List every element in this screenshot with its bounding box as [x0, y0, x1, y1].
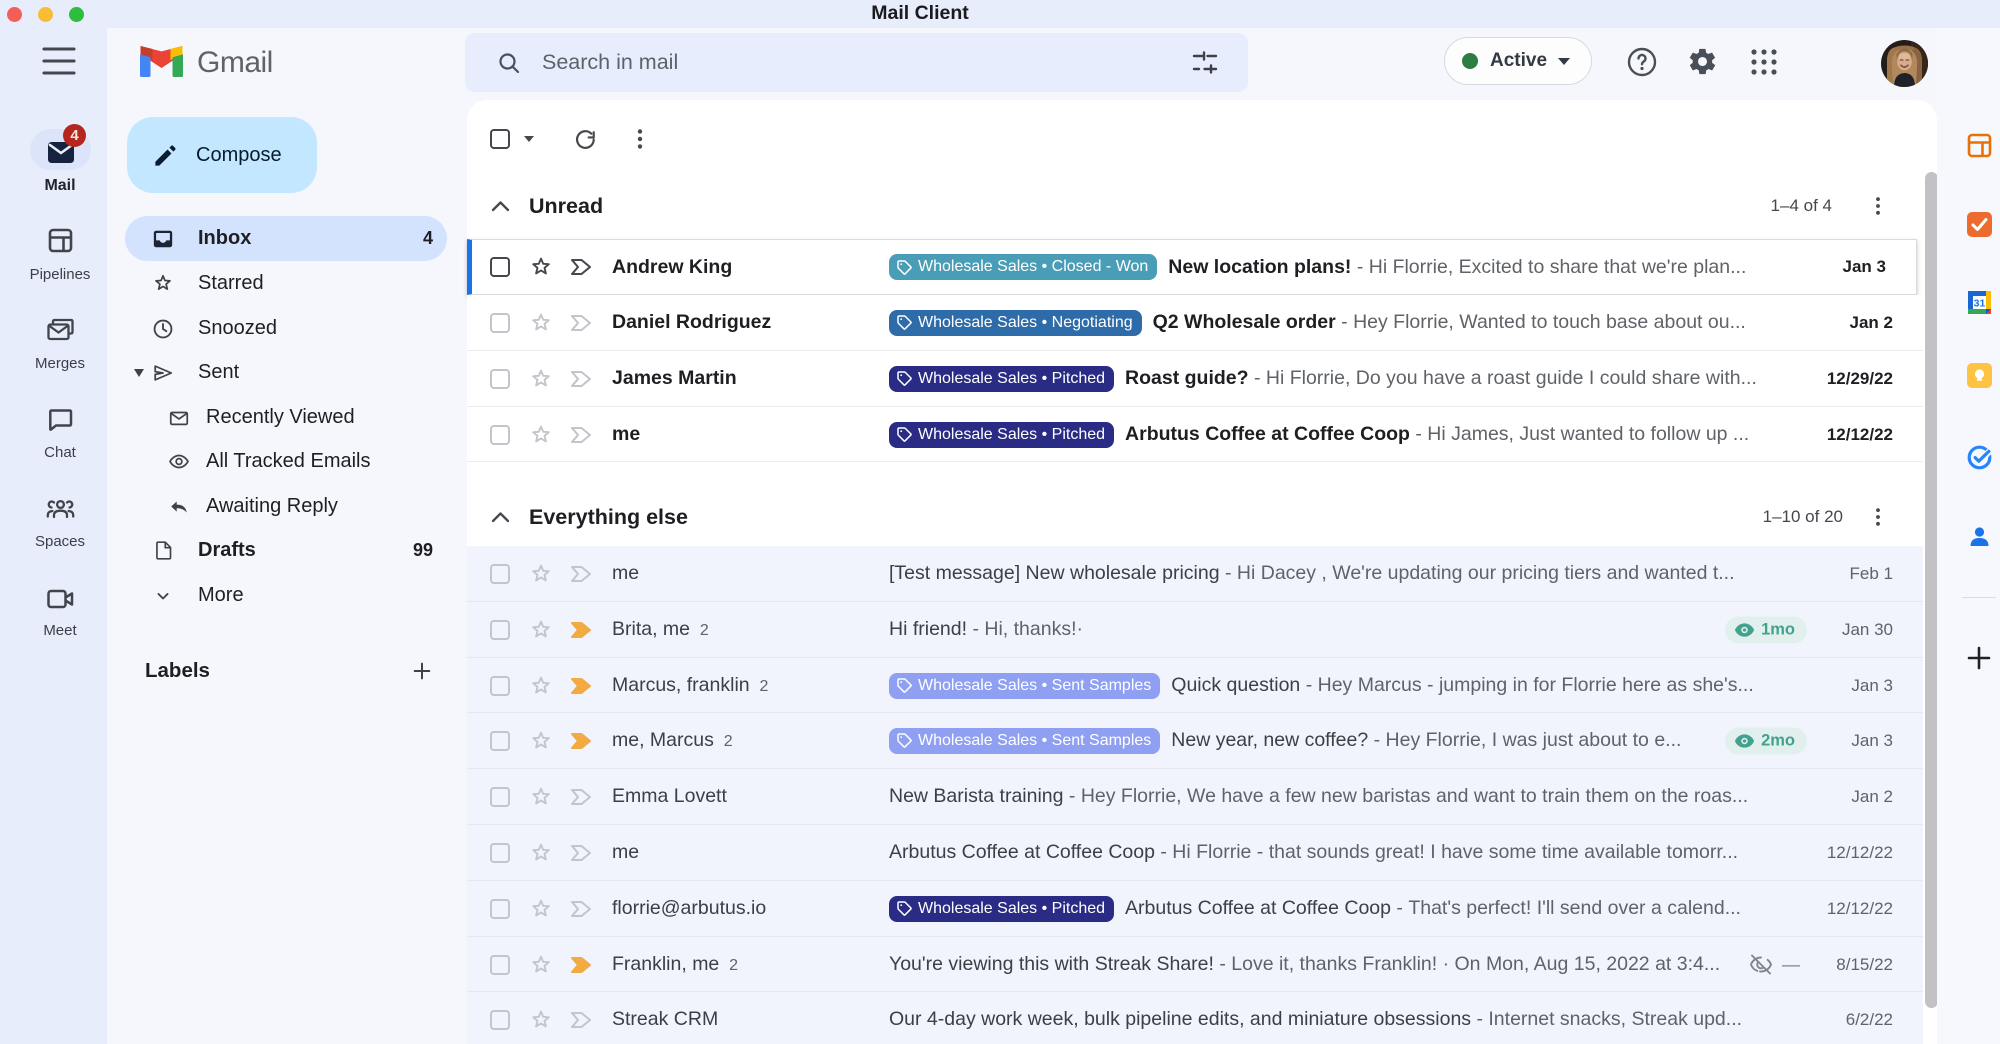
svg-text:31: 31 [1974, 298, 1986, 310]
